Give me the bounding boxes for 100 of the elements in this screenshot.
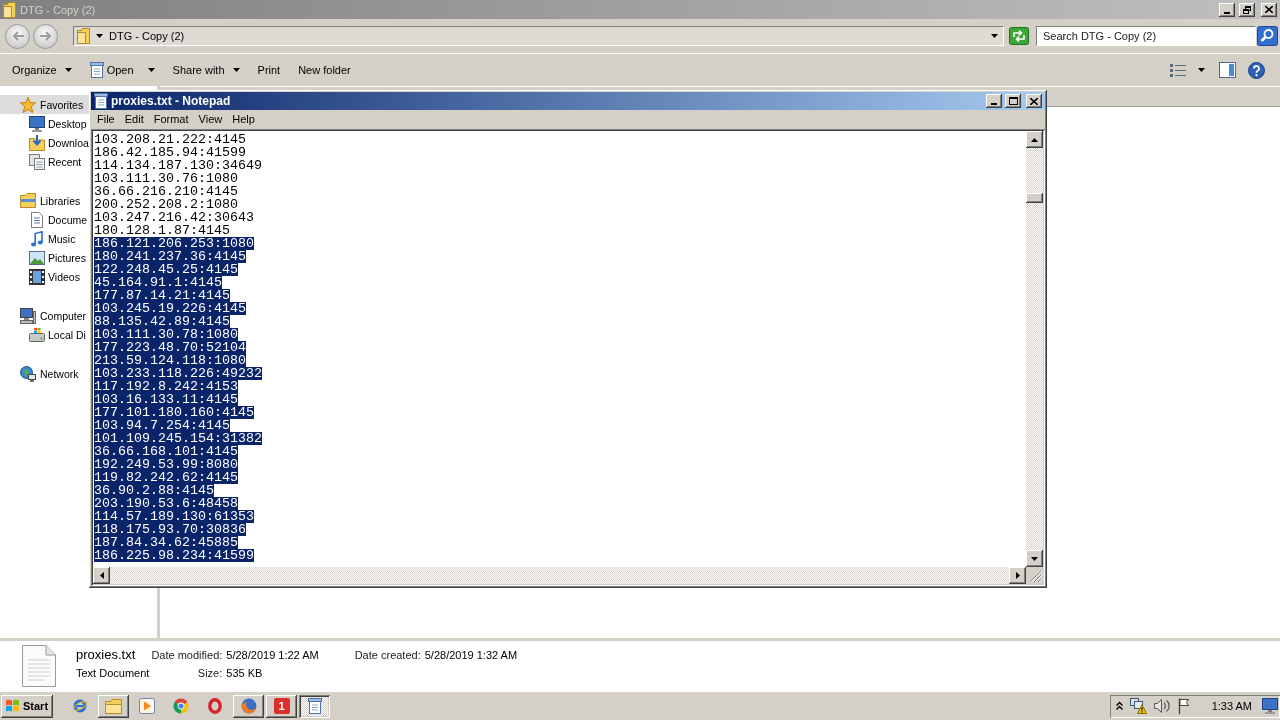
nav-item[interactable]: Docume: [0, 210, 89, 229]
drive-icon: [29, 327, 45, 342]
menu-item[interactable]: File: [92, 111, 120, 128]
refresh-icon[interactable]: [1009, 27, 1029, 45]
clock[interactable]: 1:33 AM: [1211, 700, 1252, 712]
search-field[interactable]: Search DTG - Copy (2): [1036, 26, 1256, 46]
property-label: Date modified:: [151, 648, 223, 663]
ring-icon[interactable]: [208, 698, 222, 714]
text-line: 103.208.21.222:4145: [94, 133, 246, 146]
property-label: Date created:: [354, 648, 421, 663]
notepad-icon: [89, 62, 104, 78]
horizontal-scrollbar[interactable]: [93, 567, 1026, 584]
start-flag-icon: [5, 699, 20, 713]
nav-item[interactable]: Local Di: [0, 325, 89, 344]
nav-item[interactable]: Downloa: [0, 133, 89, 152]
caret-icon: [147, 68, 155, 72]
minimize-icon: [991, 103, 997, 105]
caret-icon: [232, 68, 240, 72]
toolbar-button[interactable]: New folder: [292, 58, 357, 82]
scroll-right-button[interactable]: [1009, 567, 1026, 584]
nav-item[interactable]: Videos: [0, 267, 89, 286]
folder-icon: [77, 28, 90, 44]
toolbar-button[interactable]: Print: [251, 58, 287, 82]
search-icon[interactable]: [1257, 26, 1278, 46]
nav-item[interactable]: Pictures: [0, 248, 89, 267]
right-arrow-icon: [39, 31, 52, 41]
text-line: 180.128.1.87:4145: [94, 224, 230, 237]
left-arrow-icon: [99, 572, 104, 579]
file-type: Text Document: [76, 666, 150, 681]
taskbar-button[interactable]: [233, 694, 264, 718]
right-arrow-icon: [1015, 572, 1020, 579]
menu-item[interactable]: View: [193, 111, 228, 128]
computer-icon: [20, 307, 36, 324]
orbit-ring-icon[interactable]: [72, 698, 88, 714]
speaker-icon[interactable]: [1153, 698, 1171, 714]
pages-icon: [29, 153, 45, 170]
menu-item[interactable]: Format: [148, 111, 194, 128]
minimize-button[interactable]: [1219, 2, 1235, 17]
taskbar-button[interactable]: 1: [266, 694, 297, 718]
address-bar[interactable]: DTG - Copy (2): [73, 26, 1004, 46]
list-view-icon[interactable]: [1170, 63, 1186, 77]
text-line: 103.247.216.42:30643: [94, 211, 254, 224]
help-icon[interactable]: [1248, 61, 1265, 79]
scroll-down-button[interactable]: [1026, 550, 1043, 567]
text-line: 36.66.216.210:4145: [94, 185, 238, 198]
left-arrow-icon: [11, 31, 24, 41]
toolbar-button[interactable]: Open: [83, 58, 161, 82]
text-line: 114.134.187.130:34649: [94, 159, 262, 172]
close-button[interactable]: [1026, 94, 1042, 108]
toolbar-button[interactable]: Share with: [166, 58, 246, 82]
scroll-up-button[interactable]: [1026, 131, 1043, 148]
nav-item[interactable]: Network: [0, 364, 89, 383]
double-chevron-icon[interactable]: [1115, 701, 1123, 711]
text-line: 103.111.30.76:1080: [94, 172, 238, 185]
start-button[interactable]: Start: [1, 694, 53, 718]
notepad-icon: [307, 698, 322, 714]
folder-icon: [3, 1, 16, 18]
property-value: 5/28/2019 1:32 AM: [424, 648, 518, 663]
nav-item[interactable]: Libraries: [0, 191, 89, 210]
monitor-icon[interactable]: [1262, 698, 1278, 714]
taskbar-button[interactable]: [299, 694, 330, 718]
menu-item[interactable]: Help: [227, 111, 260, 128]
address-breadcrumb[interactable]: DTG - Copy (2): [109, 30, 185, 42]
monitor-warning-icon[interactable]: [1129, 698, 1147, 714]
scroll-left-button[interactable]: [93, 567, 110, 584]
preview-pane-icon[interactable]: [1219, 62, 1236, 78]
nav-item[interactable]: Music: [0, 229, 89, 248]
music-note-icon: [31, 230, 43, 247]
nav-item[interactable]: Recent: [0, 152, 89, 171]
window-title: proxies.txt - Notepad: [111, 94, 232, 108]
taskbar-button[interactable]: [98, 694, 129, 718]
toolbar-button[interactable]: Organize: [6, 58, 78, 82]
caret-icon[interactable]: [96, 34, 103, 38]
picture-icon: [29, 250, 45, 265]
close-icon: [1265, 6, 1273, 13]
nav-item[interactable]: Computer: [0, 306, 89, 325]
striped-folder-icon: [20, 193, 36, 208]
close-button[interactable]: [1261, 2, 1277, 17]
minimize-button[interactable]: [986, 94, 1002, 108]
up-arrow-icon: [1031, 137, 1038, 142]
property-value: 5/28/2019 1:22 AM: [226, 648, 319, 663]
vertical-scrollbar[interactable]: [1026, 131, 1043, 567]
maximize-button[interactable]: [1005, 94, 1021, 108]
play-icon[interactable]: [139, 698, 155, 714]
nav-item[interactable]: Desktop: [0, 114, 89, 133]
caret-icon[interactable]: [1198, 68, 1205, 72]
notepad-icon: [94, 93, 108, 109]
globe-monitor-icon: [20, 365, 36, 382]
menu-item[interactable]: Edit: [119, 111, 149, 128]
property-value: 535 KB: [226, 666, 264, 681]
scroll-thumb[interactable]: [1026, 193, 1043, 203]
document-icon: [31, 211, 43, 228]
caret-icon: [64, 68, 72, 72]
nav-item[interactable]: Favorites: [0, 95, 89, 114]
restore-button[interactable]: [1239, 2, 1255, 17]
segmented-circle-icon[interactable]: [173, 698, 189, 714]
monitor-icon: [29, 115, 45, 132]
caret-icon[interactable]: [991, 34, 998, 38]
text-file-icon: [22, 645, 56, 687]
close-icon: [1030, 97, 1038, 105]
